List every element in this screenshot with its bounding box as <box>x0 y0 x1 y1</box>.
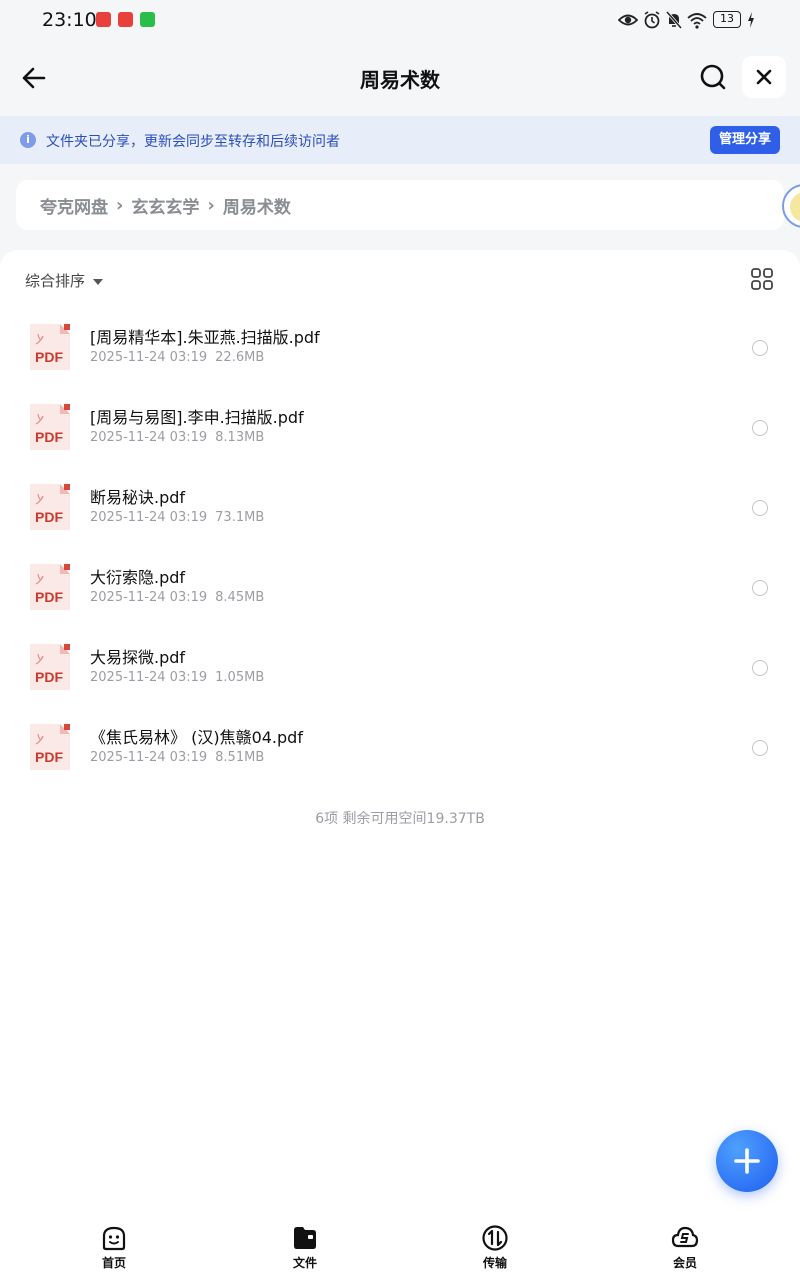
wifi-icon <box>687 13 707 29</box>
pdf-icon-label: PDF <box>35 429 63 445</box>
file-list-item[interactable]: PDF 大易探微.pdf 2025-11-24 03:19 1.05MB <box>0 630 800 710</box>
folder-icon <box>294 1227 316 1249</box>
file-meta: 2025-11-24 03:19 22.6MB <box>90 350 264 365</box>
breadcrumb: 夸克网盘 › 玄玄玄学 › 周易术数 <box>16 180 784 230</box>
transfer-icon <box>482 1225 508 1251</box>
eye-icon <box>618 14 638 26</box>
file-date: 2025-11-24 03:19 <box>90 430 208 445</box>
notification-app-icon <box>118 12 133 27</box>
nav-label-transfer: 传输 <box>482 1256 507 1270</box>
file-list-item[interactable]: PDF 大衍索隐.pdf 2025-11-24 03:19 8.45MB <box>0 550 800 630</box>
file-date: 2025-11-24 03:19 <box>90 510 208 525</box>
nav-item-vip[interactable]: 会员 <box>645 1224 725 1271</box>
select-checkbox[interactable] <box>752 500 768 516</box>
pdf-file-icon: PDF <box>30 404 70 450</box>
file-name: 《焦氏易林》 (汉)焦赣04.pdf <box>90 728 303 747</box>
file-size: 8.13MB <box>215 430 265 445</box>
mute-bell-icon <box>665 11 683 29</box>
file-size: 22.6MB <box>215 350 265 365</box>
bottom-nav: 首页 文件 传输 会员 <box>0 1210 800 1280</box>
vip-cloud-icon <box>671 1226 699 1248</box>
file-name: [周易与易图].李申.扫描版.pdf <box>90 408 304 427</box>
file-size: 1.05MB <box>215 670 265 685</box>
share-banner-text: 文件夹已分享，更新会同步至转存和后续访问者 <box>46 134 340 150</box>
file-name: 大衍索隐.pdf <box>90 568 186 587</box>
file-size: 8.45MB <box>215 590 265 605</box>
file-list-item[interactable]: PDF 断易秘诀.pdf 2025-11-24 03:19 73.1MB <box>0 470 800 550</box>
floating-assistant-button[interactable] <box>782 184 800 228</box>
select-checkbox[interactable] <box>752 580 768 596</box>
file-date: 2025-11-24 03:19 <box>90 670 208 685</box>
file-date: 2025-11-24 03:19 <box>90 750 208 765</box>
select-checkbox[interactable] <box>752 340 768 356</box>
grid-view-icon[interactable] <box>750 267 774 291</box>
status-bar: 23:10 13 <box>0 0 800 40</box>
pdf-file-icon: PDF <box>30 564 70 610</box>
file-size: 73.1MB <box>215 510 265 525</box>
notification-app-icon <box>96 12 111 27</box>
file-name: 断易秘诀.pdf <box>90 488 186 507</box>
home-smile-icon <box>102 1226 126 1251</box>
charging-icon <box>748 12 754 28</box>
caret-down-icon <box>93 278 104 285</box>
pdf-icon-label: PDF <box>35 749 63 765</box>
pdf-file-icon: PDF <box>30 644 70 690</box>
select-checkbox[interactable] <box>752 420 768 436</box>
nav-label-home: 首页 <box>101 1256 126 1270</box>
pdf-icon-label: PDF <box>35 589 63 605</box>
pdf-icon-label: PDF <box>35 509 63 525</box>
search-icon[interactable] <box>696 60 730 94</box>
breadcrumb-separator: › <box>207 194 215 216</box>
wechat-notification-icon <box>140 12 155 27</box>
top-app-bar: 周易术数 <box>0 40 800 116</box>
plus-icon <box>734 1148 760 1174</box>
file-list-item[interactable]: PDF 《焦氏易林》 (汉)焦赣04.pdf 2025-11-24 03:19 8.5… <box>0 710 800 790</box>
file-date: 2025-11-24 03:19 <box>90 590 208 605</box>
select-checkbox[interactable] <box>752 660 768 676</box>
file-meta: 2025-11-24 03:19 8.45MB <box>90 590 264 605</box>
file-meta: 2025-11-24 03:19 8.51MB <box>90 750 264 765</box>
alarm-icon <box>644 11 660 29</box>
share-banner: i 文件夹已分享，更新会同步至转存和后续访问者 管理分享 <box>0 116 800 164</box>
pdf-icon-label: PDF <box>35 349 63 365</box>
select-checkbox[interactable] <box>752 740 768 756</box>
info-icon: i <box>20 132 36 148</box>
pdf-file-icon: PDF <box>30 724 70 770</box>
breadcrumb-item-current: 周易术数 <box>222 197 291 218</box>
file-list: PDF [周易精华本].朱亚燕.扫描版.pdf 2025-11-24 03:19 22… <box>0 310 800 790</box>
pdf-icon-label: PDF <box>35 669 63 685</box>
file-meta: 2025-11-24 03:19 1.05MB <box>90 670 264 685</box>
assistant-avatar-icon <box>790 192 800 222</box>
file-name: [周易精华本].朱亚燕.扫描版.pdf <box>90 328 320 347</box>
file-list-item[interactable]: PDF [周易精华本].朱亚燕.扫描版.pdf 2025-11-24 03:19 22… <box>0 310 800 390</box>
page-title: 周易术数 <box>360 68 440 92</box>
pdf-file-icon: PDF <box>30 484 70 530</box>
file-meta: 2025-11-24 03:19 73.1MB <box>90 510 264 525</box>
pdf-file-icon: PDF <box>30 324 70 370</box>
sort-label: 综合排序 <box>25 272 86 290</box>
battery-indicator: 13 <box>713 11 741 28</box>
breadcrumb-item-root[interactable]: 夸克网盘 <box>40 193 108 218</box>
nav-label-files: 文件 <box>292 1256 317 1270</box>
nav-item-files[interactable]: 文件 <box>265 1224 345 1271</box>
file-size: 8.51MB <box>215 750 265 765</box>
file-panel: 综合排序 PDF [周易精华本].朱亚燕.扫描版.pdf 2025-11-24 03… <box>0 250 800 1210</box>
file-date: 2025-11-24 03:19 <box>90 350 208 365</box>
add-fab-button[interactable] <box>716 1130 778 1192</box>
file-name: 大易探微.pdf <box>90 648 186 667</box>
close-icon <box>756 69 772 85</box>
file-meta: 2025-11-24 03:19 8.13MB <box>90 430 264 445</box>
breadcrumb-separator: › <box>116 194 124 216</box>
sort-dropdown[interactable]: 综合排序 <box>25 270 104 291</box>
nav-item-home[interactable]: 首页 <box>74 1224 154 1271</box>
nav-label-vip: 会员 <box>672 1256 697 1270</box>
breadcrumb-item-parent[interactable]: 玄玄玄学 <box>131 193 199 218</box>
close-button[interactable] <box>742 56 786 98</box>
file-list-item[interactable]: PDF [周易与易图].李申.扫描版.pdf 2025-11-24 03:19 8.1… <box>0 390 800 470</box>
status-time: 23:10 <box>42 9 97 31</box>
storage-summary: 6项 剩余可用空间19.37TB <box>315 811 485 827</box>
nav-item-transfer[interactable]: 传输 <box>455 1224 535 1271</box>
manage-share-button[interactable]: 管理分享 <box>710 126 780 154</box>
